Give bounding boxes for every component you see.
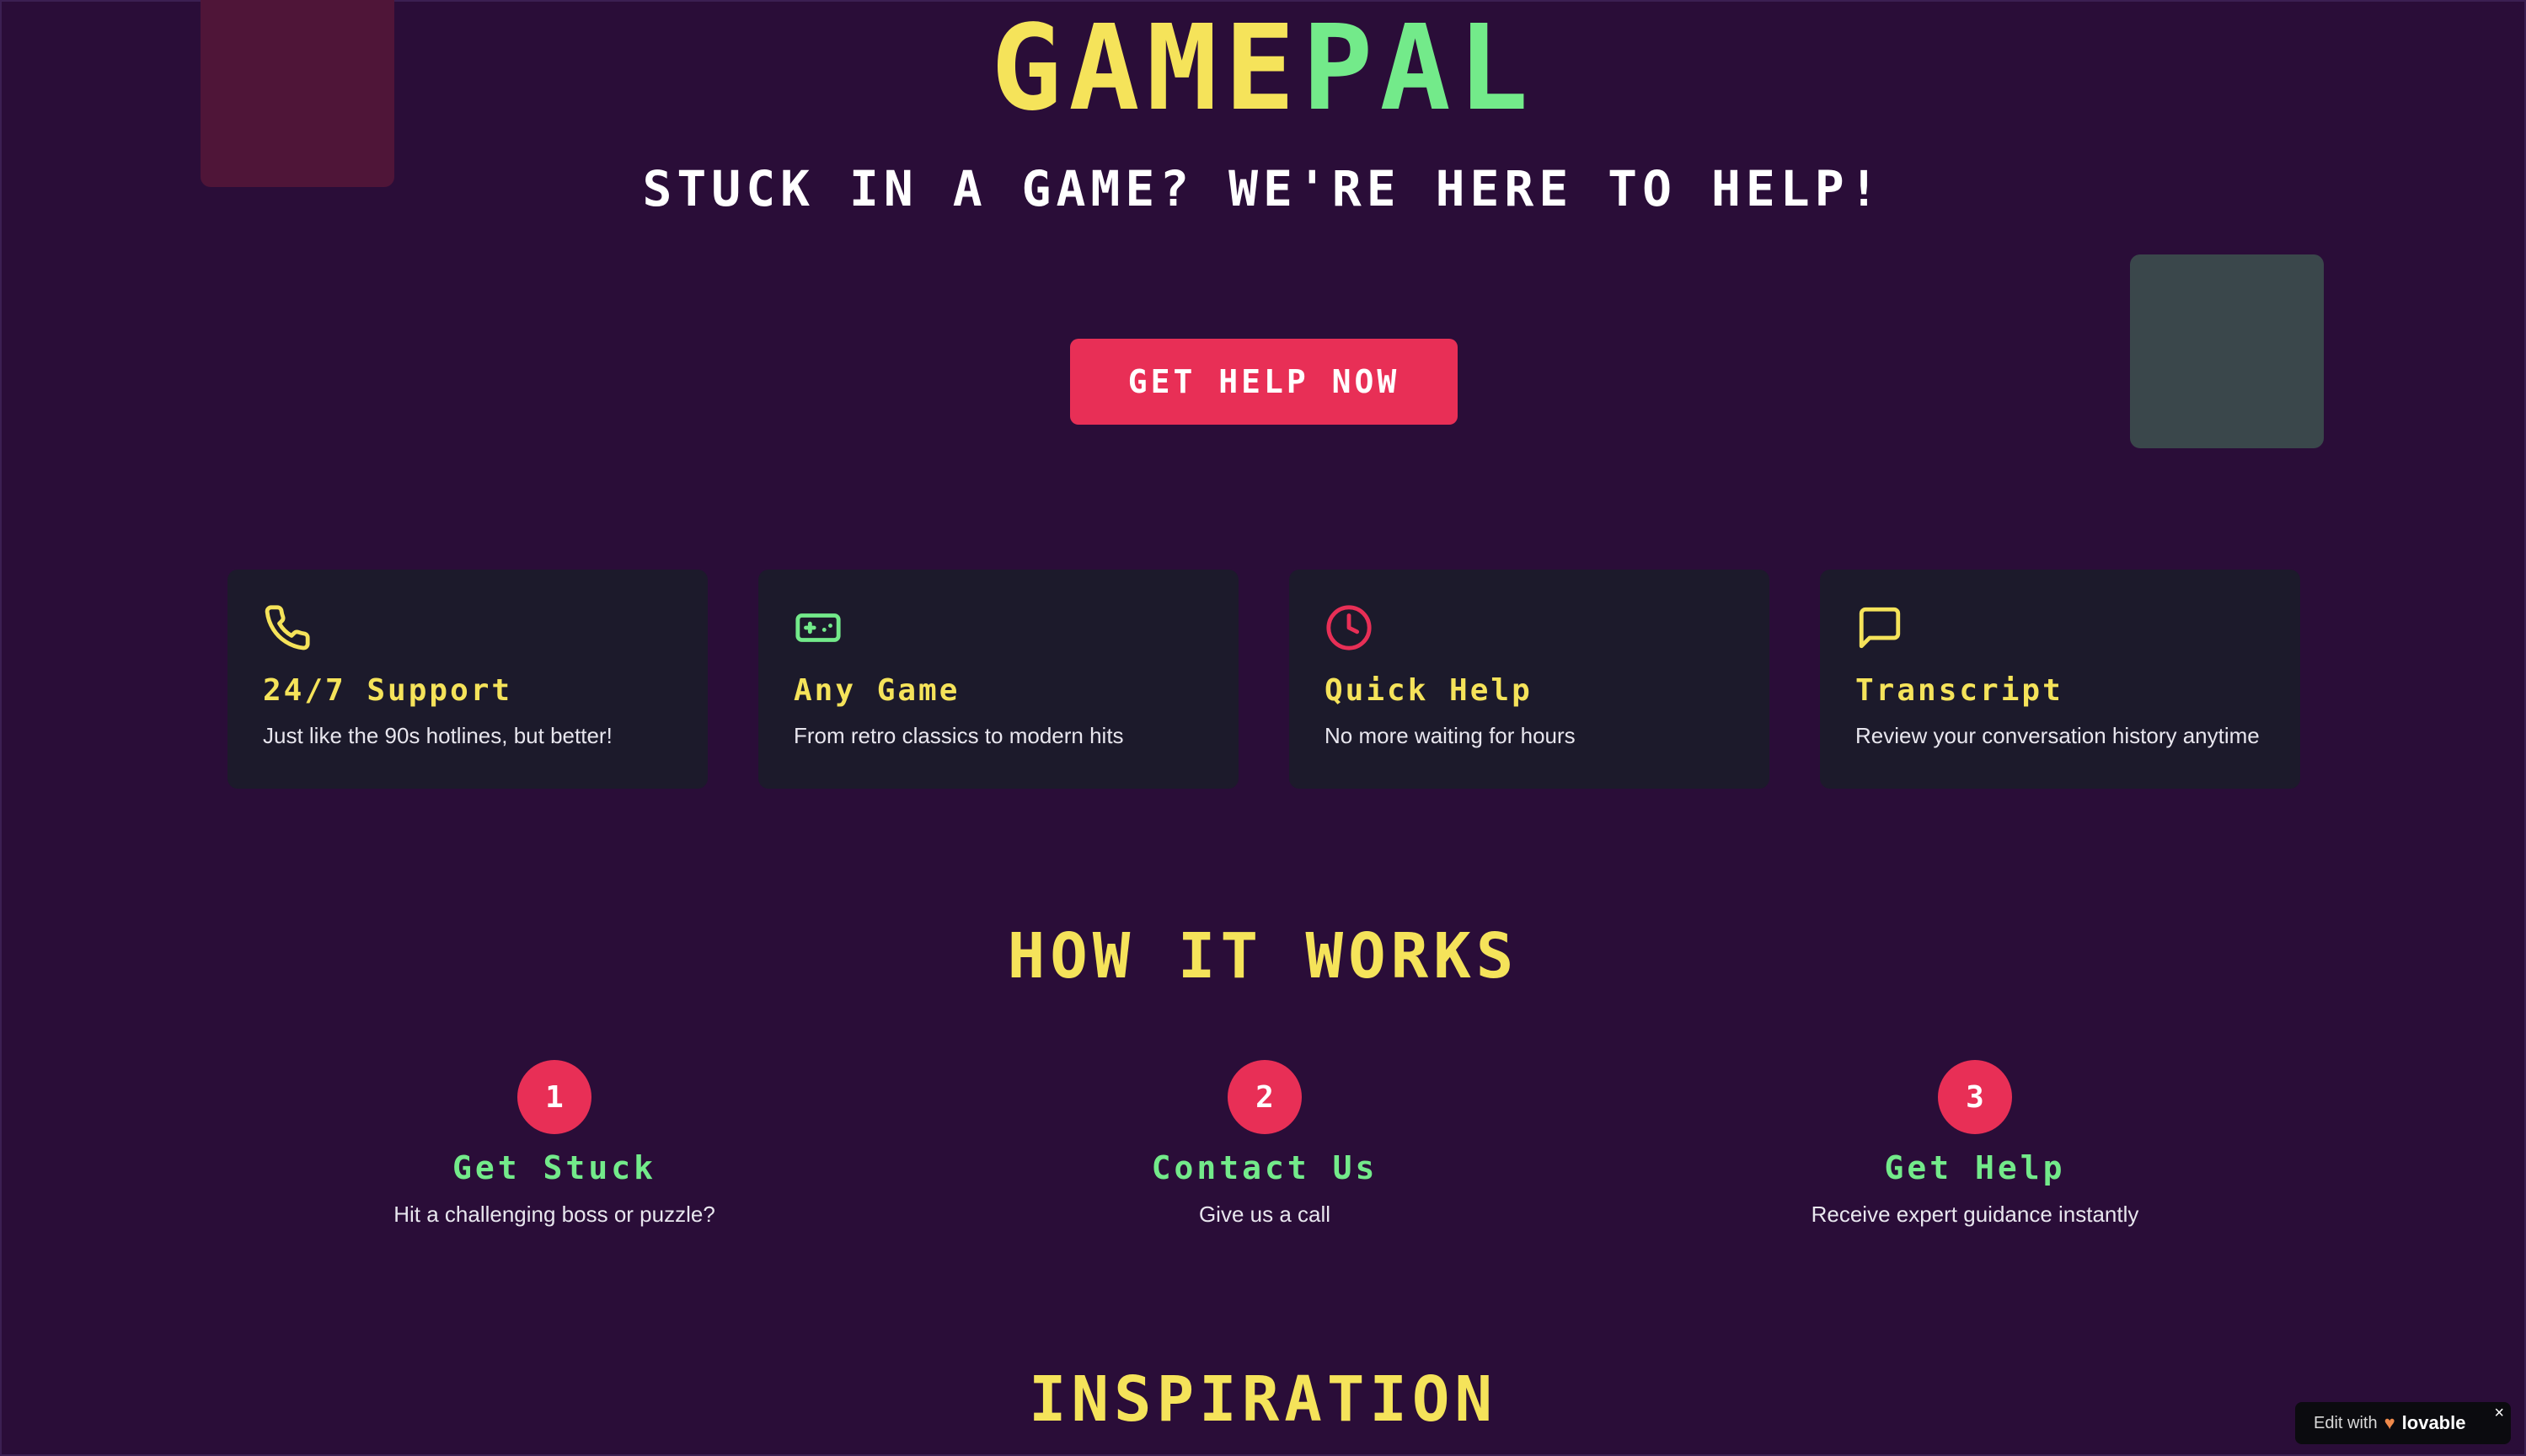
step-description: Hit a challenging boss or puzzle? [393,1202,715,1227]
feature-card-any-game: Any Game From retro classics to modern h… [758,570,1239,789]
how-it-works-steps: 1 Get Stuck Hit a challenging boss or pu… [201,1060,2329,1228]
step-number: 2 [1228,1060,1302,1134]
how-it-works-title: HOW IT WORKS [1007,920,1519,993]
clock-icon [1325,603,1373,652]
close-icon[interactable]: × [2494,1404,2504,1423]
message-icon [1855,603,1904,652]
site-logo: GAMEPAL [2,2,2524,136]
edit-with-lovable-badge[interactable]: Edit with ♥ lovable × [2295,1402,2511,1444]
features-grid: 24/7 Support Just like the 90s hotlines,… [227,570,2300,789]
decorative-gray-square [2130,254,2324,448]
step-number: 1 [517,1060,591,1134]
step-description: Receive expert guidance instantly [1811,1202,2139,1227]
phone-icon [263,603,312,652]
step-get-stuck: 1 Get Stuck Hit a challenging boss or pu… [201,1060,908,1228]
get-help-now-button[interactable]: GET HELP NOW [1070,339,1458,425]
badge-brand: lovable [2401,1412,2466,1433]
feature-description: No more waiting for hours [1325,723,1576,748]
feature-description: Just like the 90s hotlines, but better! [263,723,613,748]
feature-description: From retro classics to modern hits [794,723,1124,748]
hero-tagline: STUCK IN A GAME? WE'RE HERE TO HELP! [642,160,1884,217]
feature-card-transcript: Transcript Review your conversation hist… [1820,570,2300,789]
step-description: Give us a call [1198,1202,1331,1227]
feature-card-quick-help: Quick Help No more waiting for hours [1289,570,1769,789]
feature-title: Transcript [1855,673,2063,708]
feature-description: Review your conversation history anytime [1855,723,2260,748]
step-get-help: 3 Get Help Receive expert guidance insta… [1621,1060,2329,1228]
feature-card-support: 24/7 Support Just like the 90s hotlines,… [227,570,708,789]
step-contact-us: 2 Contact Us Give us a call [911,1060,1619,1228]
logo-pal: PAL [1302,0,1536,137]
step-title: Contact Us [1151,1149,1378,1186]
heart-icon: ♥ [2384,1412,2395,1433]
gamepad-icon [794,603,843,652]
badge-edit-label: Edit with [2314,1413,2378,1432]
logo-game: GAME [990,0,1303,137]
step-title: Get Help [1884,1149,2066,1186]
step-number: 3 [1938,1060,2012,1134]
feature-title: Quick Help [1325,673,1533,708]
feature-title: 24/7 Support [263,673,513,708]
step-title: Get Stuck [452,1149,656,1186]
inspiration-title: INSPIRATION [1028,1363,1498,1436]
feature-title: Any Game [794,673,961,708]
